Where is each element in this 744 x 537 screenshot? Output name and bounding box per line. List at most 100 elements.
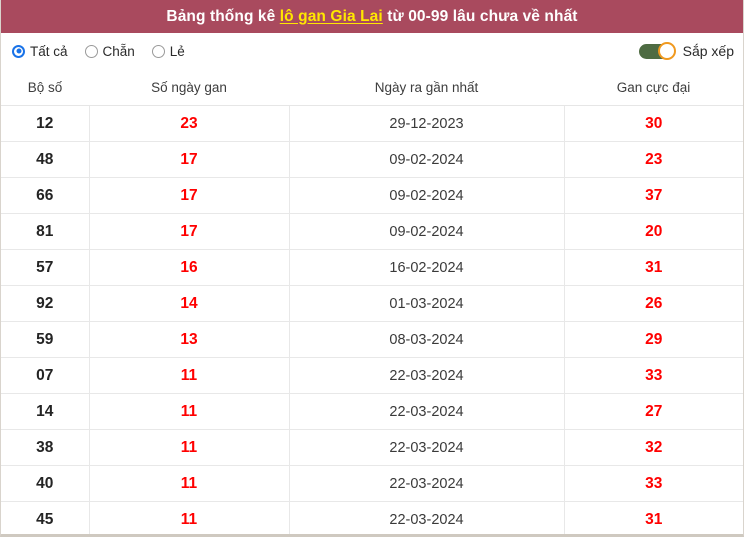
table-row[interactable]: 59 13 08-03-2024 29 — [1, 321, 743, 358]
cell-bo-so: 45 — [1, 501, 90, 534]
cell-so-ngay-gan: 11 — [89, 465, 290, 502]
radio-option-all[interactable]: Tất cả — [12, 44, 68, 59]
toggle-knob — [657, 42, 676, 60]
cell-bo-so: 57 — [1, 249, 90, 286]
lo-gan-statistics-panel: Bảng thống kê lô gan Gia Lai từ 00-99 lâ… — [0, 0, 744, 537]
panel-title-bar: Bảng thống kê lô gan Gia Lai từ 00-99 lâ… — [1, 0, 743, 33]
table-header: Bộ số Số ngày gan Ngày ra gần nhất Gan c… — [1, 69, 743, 106]
cell-gan-cuc-dai-text: 29 — [645, 330, 663, 348]
table-row[interactable]: 40 11 22-03-2024 33 — [1, 465, 743, 502]
cell-ngay-ra: 29-12-2023 — [289, 105, 565, 142]
cell-so-ngay-gan-text: 16 — [180, 258, 198, 276]
cell-bo-so: 12 — [1, 105, 90, 142]
cell-so-ngay-gan-text: 11 — [180, 402, 198, 420]
radio-icon-even[interactable] — [84, 44, 98, 58]
cell-so-ngay-gan-text: 23 — [180, 114, 198, 132]
cell-ngay-ra-text: 09-02-2024 — [389, 224, 464, 240]
cell-gan-cuc-dai-text: 33 — [645, 366, 663, 384]
cell-gan-cuc-dai: 31 — [564, 501, 743, 534]
sort-toggle-switch[interactable] — [638, 42, 676, 60]
cell-so-ngay-gan: 16 — [89, 249, 290, 286]
table-row[interactable]: 48 17 09-02-2024 23 — [1, 141, 743, 178]
cell-ngay-ra: 01-03-2024 — [289, 285, 565, 322]
table-row[interactable]: 14 11 22-03-2024 27 — [1, 393, 743, 430]
cell-so-ngay-gan: 23 — [89, 105, 290, 142]
cell-so-ngay-gan-text: 11 — [180, 474, 198, 492]
cell-gan-cuc-dai: 31 — [564, 249, 743, 286]
cell-bo-so-text: 38 — [36, 438, 54, 456]
cell-bo-so-text: 66 — [36, 186, 54, 204]
cell-ngay-ra-text: 22-03-2024 — [389, 512, 464, 528]
sort-control[interactable]: Sắp xếp — [638, 42, 734, 60]
radio-icon-odd[interactable] — [151, 44, 165, 58]
cell-bo-so: 92 — [1, 285, 90, 322]
cell-bo-so: 14 — [1, 393, 90, 430]
table-row[interactable]: 92 14 01-03-2024 26 — [1, 285, 743, 322]
cell-so-ngay-gan: 13 — [89, 321, 290, 358]
cell-bo-so-text: 81 — [36, 222, 54, 240]
cell-ngay-ra: 08-03-2024 — [289, 321, 565, 358]
table-row[interactable]: 66 17 09-02-2024 37 — [1, 177, 743, 214]
cell-gan-cuc-dai: 37 — [564, 177, 743, 214]
radio-label-even: Chẵn — [102, 43, 135, 59]
table-row[interactable]: 57 16 16-02-2024 31 — [1, 249, 743, 286]
cell-bo-so-text: 45 — [36, 510, 54, 528]
cell-bo-so: 59 — [1, 321, 90, 358]
radio-label-all: Tất cả — [30, 43, 68, 59]
cell-bo-so: 66 — [1, 177, 90, 214]
lo-gan-table: Bộ số Số ngày gan Ngày ra gần nhất Gan c… — [1, 69, 743, 534]
cell-bo-so: 07 — [1, 357, 90, 394]
radio-icon-all[interactable] — [12, 44, 25, 58]
cell-gan-cuc-dai-text: 27 — [645, 402, 663, 420]
cell-gan-cuc-dai: 20 — [564, 213, 743, 250]
cell-bo-so-text: 07 — [36, 366, 54, 384]
cell-so-ngay-gan: 17 — [89, 213, 290, 250]
cell-gan-cuc-dai: 27 — [564, 393, 743, 430]
filter-toolbar: Tất cả Chẵn Lẻ Sắp xếp — [1, 33, 743, 69]
cell-bo-so-text: 14 — [36, 402, 54, 420]
cell-so-ngay-gan-text: 17 — [180, 222, 198, 240]
page-title: Bảng thống kê lô gan Gia Lai từ 00-99 lâ… — [166, 8, 577, 26]
radio-option-even[interactable]: Chẵn — [84, 43, 135, 59]
table-header-row: Bộ số Số ngày gan Ngày ra gần nhất Gan c… — [1, 69, 743, 106]
cell-so-ngay-gan-text: 14 — [180, 294, 198, 312]
cell-so-ngay-gan: 11 — [89, 501, 290, 534]
cell-ngay-ra: 22-03-2024 — [289, 465, 565, 502]
cell-bo-so-text: 92 — [36, 294, 54, 312]
cell-so-ngay-gan-text: 17 — [180, 186, 198, 204]
cell-ngay-ra-text: 22-03-2024 — [389, 368, 464, 384]
cell-ngay-ra-text: 09-02-2024 — [389, 152, 464, 168]
radio-label-odd: Lẻ — [169, 43, 185, 59]
cell-so-ngay-gan: 11 — [89, 429, 290, 466]
cell-ngay-ra-text: 08-03-2024 — [389, 332, 464, 348]
cell-ngay-ra-text: 09-02-2024 — [389, 188, 464, 204]
column-header-bo-so[interactable]: Bộ số — [1, 69, 89, 106]
cell-so-ngay-gan: 17 — [89, 177, 290, 214]
cell-so-ngay-gan: 11 — [89, 357, 290, 394]
cell-ngay-ra: 22-03-2024 — [289, 357, 565, 394]
cell-so-ngay-gan-text: 11 — [180, 510, 198, 528]
table-row[interactable]: 12 23 29-12-2023 30 — [1, 105, 743, 142]
column-header-ngay-ra-gan-nhat[interactable]: Ngày ra gần nhất — [289, 69, 564, 106]
sort-toggle-label: Sắp xếp — [682, 43, 734, 59]
cell-ngay-ra-text: 22-03-2024 — [389, 440, 464, 456]
cell-ngay-ra: 22-03-2024 — [289, 501, 565, 534]
cell-so-ngay-gan-text: 13 — [180, 330, 198, 348]
column-header-so-ngay-gan[interactable]: Số ngày gan — [89, 69, 289, 106]
page-title-suffix: từ 00-99 lâu chưa về nhất — [382, 7, 578, 25]
cell-bo-so-text: 12 — [36, 114, 54, 132]
cell-so-ngay-gan-text: 11 — [180, 366, 198, 384]
cell-gan-cuc-dai: 23 — [564, 141, 743, 178]
cell-bo-so-text: 57 — [36, 258, 54, 276]
table-row[interactable]: 38 11 22-03-2024 32 — [1, 429, 743, 466]
cell-ngay-ra-text: 01-03-2024 — [389, 296, 464, 312]
cell-so-ngay-gan: 11 — [89, 393, 290, 430]
table-row[interactable]: 45 11 22-03-2024 31 — [1, 501, 743, 534]
table-row[interactable]: 81 17 09-02-2024 20 — [1, 213, 743, 250]
table-row[interactable]: 07 11 22-03-2024 33 — [1, 357, 743, 394]
cell-bo-so: 38 — [1, 429, 90, 466]
cell-gan-cuc-dai-text: 31 — [645, 510, 663, 528]
column-header-gan-cuc-dai[interactable]: Gan cực đại — [564, 69, 743, 106]
radio-option-odd[interactable]: Lẻ — [151, 43, 185, 59]
cell-gan-cuc-dai-text: 37 — [645, 186, 663, 204]
